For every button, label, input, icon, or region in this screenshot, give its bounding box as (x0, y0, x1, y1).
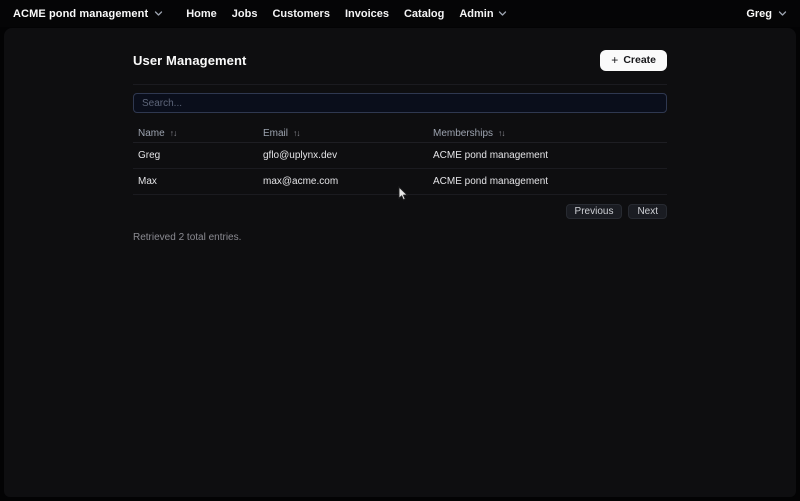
chevron-down-icon (154, 9, 163, 18)
next-button[interactable]: Next (628, 204, 667, 219)
cell-name: Greg (138, 150, 161, 161)
page-title: User Management (133, 52, 247, 68)
chevron-down-icon (498, 9, 507, 18)
nav-item-admin[interactable]: Admin (459, 8, 506, 20)
nav-item-customers[interactable]: Customers (272, 8, 329, 20)
table-row[interactable]: Max max@acme.com ACME pond management (133, 169, 667, 195)
sort-icon: ↑↓ (498, 128, 505, 138)
cell-email: gflo@uplynx.dev (263, 150, 338, 161)
column-header-name[interactable]: Name ↑↓ (133, 128, 258, 139)
nav-item-catalog[interactable]: Catalog (404, 8, 444, 20)
previous-button[interactable]: Previous (565, 204, 623, 219)
users-table: Name ↑↓ Email ↑↓ Memberships ↑↓ Greg gfl… (133, 124, 667, 195)
header-divider (133, 84, 667, 85)
org-switcher[interactable]: ACME pond management (13, 8, 163, 20)
nav-item-admin-label: Admin (459, 7, 494, 20)
table-row[interactable]: Greg gflo@uplynx.dev ACME pond managemen… (133, 143, 667, 169)
chevron-down-icon (778, 9, 787, 18)
page-header: User Management + Create (133, 49, 667, 71)
create-button-label: Create (623, 54, 656, 66)
cell-memberships: ACME pond management (433, 150, 549, 161)
main-nav: Home Jobs Customers Invoices Catalog Adm… (186, 8, 506, 20)
nav-item-home[interactable]: Home (186, 8, 217, 20)
cell-memberships: ACME pond management (433, 176, 549, 187)
column-header-email[interactable]: Email ↑↓ (258, 128, 428, 139)
topbar: ACME pond management Home Jobs Customers… (0, 0, 800, 27)
plus-icon: + (611, 52, 619, 67)
nav-item-invoices[interactable]: Invoices (345, 8, 389, 20)
user-name: Greg (746, 7, 772, 20)
table-header-row: Name ↑↓ Email ↑↓ Memberships ↑↓ (133, 124, 667, 143)
cell-name: Max (138, 176, 157, 187)
main-panel: User Management + Create Name ↑↓ Email ↑… (4, 28, 796, 497)
entries-summary: Retrieved 2 total entries. (133, 232, 242, 243)
nav-item-jobs[interactable]: Jobs (232, 8, 258, 20)
search-input[interactable] (133, 93, 667, 113)
pagination: Previous Next (133, 204, 667, 219)
sort-icon: ↑↓ (169, 128, 177, 138)
column-header-memberships[interactable]: Memberships ↑↓ (428, 128, 667, 139)
user-menu[interactable]: Greg (746, 8, 787, 20)
cell-email: max@acme.com (263, 176, 339, 187)
table-body: Greg gflo@uplynx.dev ACME pond managemen… (133, 143, 667, 195)
create-button[interactable]: + Create (600, 49, 667, 71)
sort-icon: ↑↓ (293, 128, 300, 138)
org-name: ACME pond management (13, 7, 149, 20)
